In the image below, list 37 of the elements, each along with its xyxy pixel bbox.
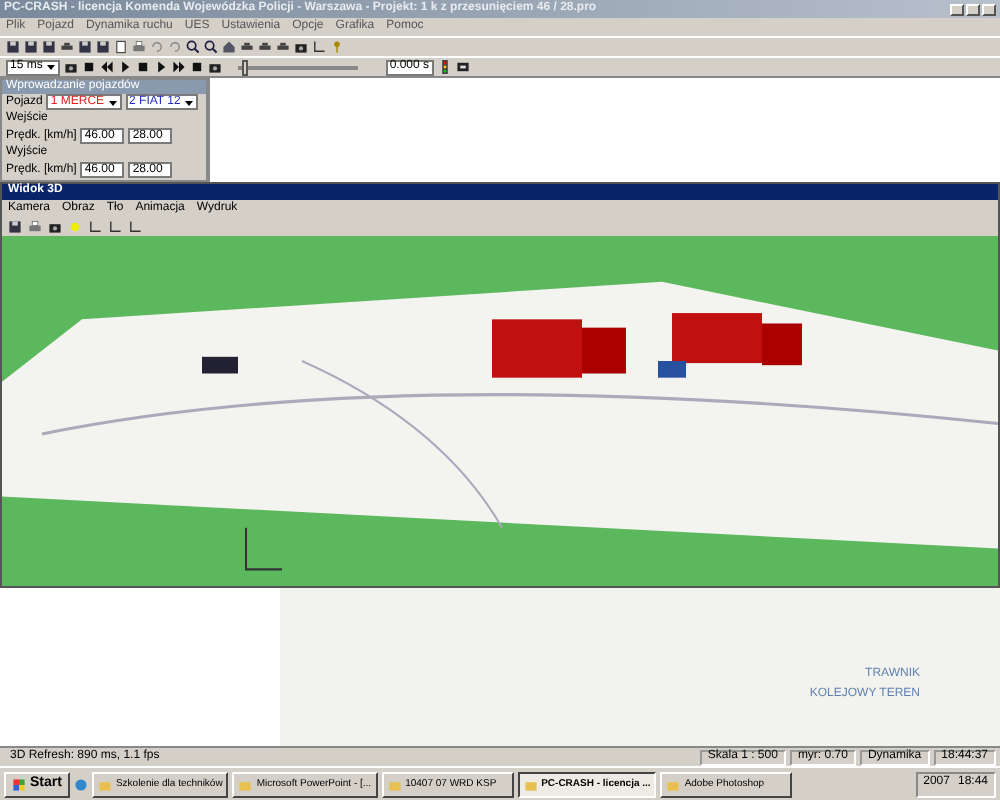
save-icon[interactable]: [96, 40, 110, 54]
save-icon[interactable]: [8, 220, 22, 234]
rewind-icon[interactable]: [99, 60, 114, 74]
close-button[interactable]: [982, 3, 996, 15]
slider-thumb[interactable]: [242, 59, 249, 75]
page-icon[interactable]: [114, 40, 128, 54]
save-icon[interactable]: [24, 40, 38, 54]
save-icon[interactable]: [42, 40, 56, 54]
folder-icon: [238, 777, 253, 791]
print-icon[interactable]: [132, 40, 146, 54]
folder-icon: [97, 777, 112, 791]
forward-icon[interactable]: [171, 60, 186, 74]
camera-icon[interactable]: [48, 220, 62, 234]
play-icon[interactable]: [153, 60, 168, 74]
print-icon[interactable]: [28, 220, 42, 234]
axis-icon[interactable]: [312, 40, 326, 54]
traffic-light-icon[interactable]: [437, 60, 452, 74]
folder-icon: [523, 777, 538, 791]
camera-icon[interactable]: [207, 60, 222, 74]
minimize-button[interactable]: [950, 3, 964, 15]
zoom-icon[interactable]: [204, 40, 218, 54]
save-icon[interactable]: [78, 40, 92, 54]
camera-icon[interactable]: [63, 60, 78, 74]
stop-icon[interactable]: [81, 60, 96, 74]
caret-icon: [45, 62, 56, 72]
camera-icon[interactable]: [294, 40, 308, 54]
folder-icon: [666, 777, 681, 791]
play-icon[interactable]: [117, 60, 132, 74]
save-icon[interactable]: [6, 40, 20, 54]
stop-icon[interactable]: [135, 60, 150, 74]
house-icon[interactable]: [222, 40, 236, 54]
folder-icon: [387, 777, 402, 791]
zoom-icon[interactable]: [186, 40, 200, 54]
film-icon[interactable]: [455, 60, 470, 74]
windows-flag-icon: [12, 777, 26, 791]
maximize-button[interactable]: [966, 3, 980, 15]
stop-icon[interactable]: [189, 60, 204, 74]
